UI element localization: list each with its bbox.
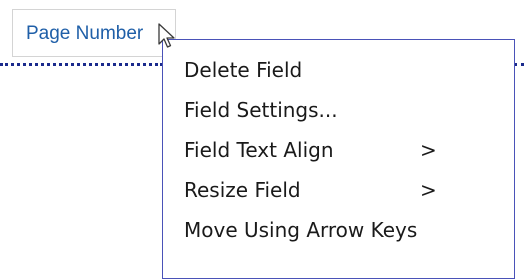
field-divider-line-left (0, 63, 163, 66)
page-number-field-label: Page Number (26, 23, 144, 44)
page-number-field[interactable]: Page Number (12, 9, 176, 57)
menu-item-delete-field[interactable]: Delete Field (184, 50, 514, 90)
submenu-arrow-icon: > (420, 138, 437, 162)
menu-item-label: Field Text Align (184, 138, 334, 162)
menu-item-label: Resize Field (184, 178, 301, 202)
field-divider-line-right (514, 63, 524, 66)
menu-item-label: Field Settings... (184, 98, 338, 122)
menu-item-field-text-align[interactable]: Field Text Align > (184, 130, 514, 170)
menu-item-label: Move Using Arrow Keys (184, 218, 418, 242)
menu-item-resize-field[interactable]: Resize Field > (184, 170, 514, 210)
arrow-cursor-icon (158, 23, 175, 48)
menu-item-field-settings[interactable]: Field Settings... (184, 90, 514, 130)
submenu-arrow-icon: > (420, 178, 437, 202)
menu-item-label: Delete Field (184, 58, 303, 82)
menu-item-move-using-arrow-keys[interactable]: Move Using Arrow Keys (184, 210, 514, 250)
context-menu: Delete Field Field Settings... Field Tex… (162, 39, 515, 279)
